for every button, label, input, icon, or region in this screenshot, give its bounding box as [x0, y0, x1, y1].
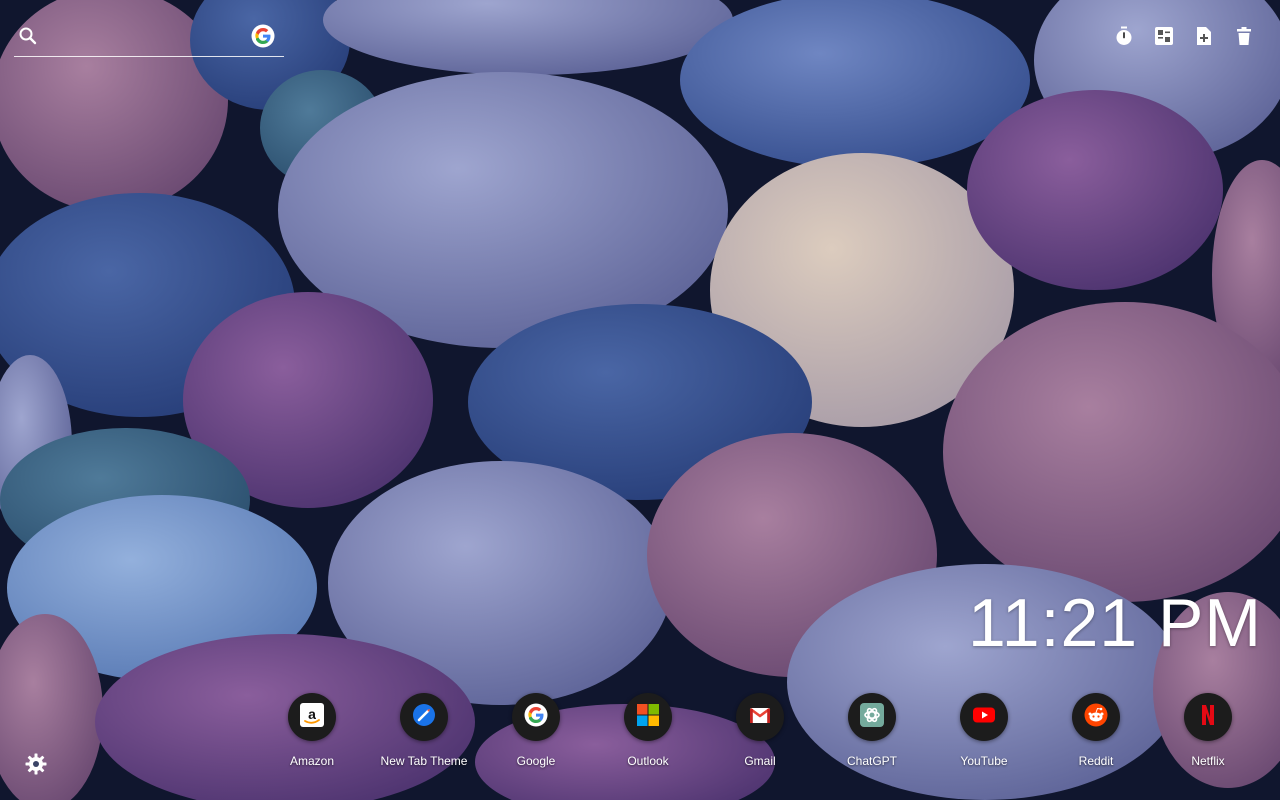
- shortcut-label: New Tab Theme: [380, 754, 468, 768]
- shortcut-label: YouTube: [960, 754, 1008, 768]
- chatgpt-icon: [860, 702, 884, 732]
- youtube-icon: [972, 703, 996, 732]
- shortcut-chatgpt[interactable]: ChatGPT: [816, 693, 928, 768]
- gmail-icon: [748, 703, 772, 732]
- new-tab-theme-icon: [412, 703, 436, 732]
- shortcut-label: Netflix: [1191, 754, 1225, 768]
- add-file-icon[interactable]: [1192, 24, 1216, 48]
- shortcut-label: Gmail: [744, 754, 776, 768]
- settings-button[interactable]: [24, 752, 48, 776]
- netflix-icon: [1196, 703, 1220, 732]
- timer-icon[interactable]: [1112, 24, 1136, 48]
- amazon-icon: a: [300, 702, 324, 732]
- google-icon: [524, 703, 548, 732]
- svg-text:a: a: [308, 706, 316, 722]
- shortcut-netflix[interactable]: Netflix: [1152, 693, 1264, 768]
- shortcut-new-tab-theme[interactable]: New Tab Theme: [368, 693, 480, 768]
- shortcut-gmail[interactable]: Gmail: [704, 693, 816, 768]
- pebble-wallpaper: [0, 0, 1280, 800]
- shortcut-label: Reddit: [1078, 754, 1114, 768]
- reddit-icon: [1084, 703, 1108, 732]
- shortcut-dock: a Amazon New Tab Theme Google Outlook Gm…: [256, 693, 1264, 768]
- shortcut-reddit[interactable]: Reddit: [1040, 693, 1152, 768]
- trash-icon[interactable]: [1232, 24, 1256, 48]
- shortcut-amazon[interactable]: a Amazon: [256, 693, 368, 768]
- search-bar[interactable]: [14, 22, 284, 57]
- search-icon: [18, 26, 38, 46]
- widgets-icon[interactable]: [1152, 24, 1176, 48]
- gear-icon: [24, 753, 48, 780]
- shortcut-label: ChatGPT: [846, 754, 897, 768]
- shortcut-label: Outlook: [627, 754, 669, 768]
- clock-display: 11:21 PM: [967, 585, 1262, 661]
- google-g-icon[interactable]: [251, 24, 275, 48]
- shortcut-google[interactable]: Google: [480, 693, 592, 768]
- shortcut-outlook[interactable]: Outlook: [592, 693, 704, 768]
- outlook-icon: [636, 703, 660, 732]
- shortcut-label: Amazon: [289, 754, 335, 768]
- shortcut-label: Google: [516, 754, 556, 768]
- search-input[interactable]: [48, 25, 252, 51]
- top-toolbar: [1112, 24, 1256, 48]
- shortcut-youtube[interactable]: YouTube: [928, 693, 1040, 768]
